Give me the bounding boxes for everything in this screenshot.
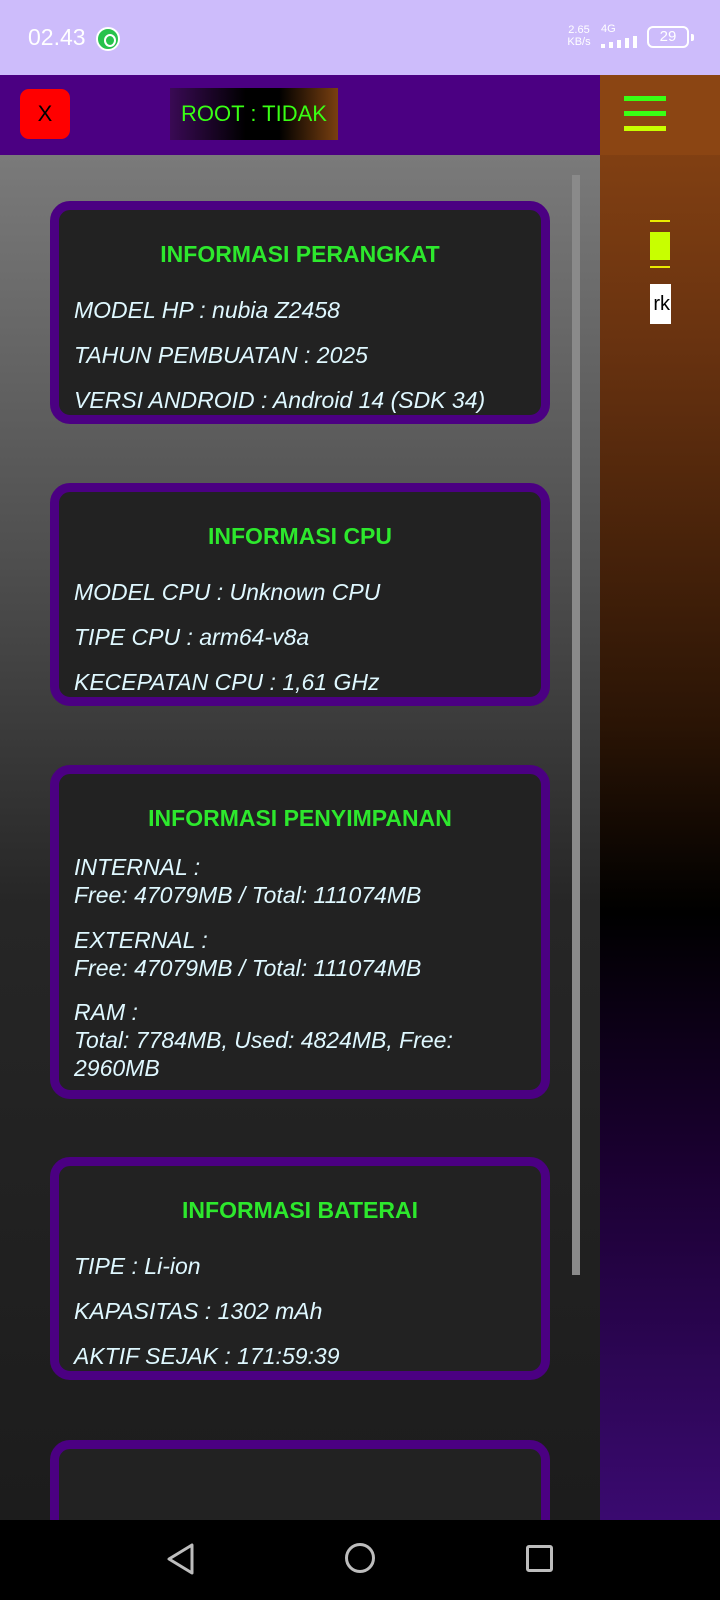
next-info-card [50,1440,550,1520]
side-panel-label[interactable]: rk [650,284,671,324]
network-type: 4G [601,23,616,35]
battery-level-icon [650,220,670,268]
main-scroll-area[interactable]: INFORMASI PERANGKAT MODEL HP : nubia Z24… [0,155,600,1520]
card-line: AKTIF SEJAK : 171:59:39 [74,1343,340,1369]
side-panel: rk [600,75,720,1520]
card-line: Total: 7784MB, Used: 4824MB, Free: [74,1027,453,1053]
card-line: EXTERNAL : [74,927,208,953]
home-icon[interactable] [345,1543,375,1573]
network-speed: 2.65 KB/s [563,24,595,48]
network-speed-unit: KB/s [567,36,591,48]
scrollbar[interactable] [572,175,580,1275]
system-nav-bar [0,1520,720,1600]
hamburger-menu-icon[interactable] [624,96,666,134]
card-line: INTERNAL : [74,854,201,880]
card-title: INFORMASI CPU [208,523,392,549]
whatsapp-icon [96,27,120,51]
storage-info-card: INFORMASI PENYIMPANAN INTERNAL : Free: 4… [50,765,550,1099]
device-info-card: INFORMASI PERANGKAT MODEL HP : nubia Z24… [50,201,550,424]
card-line: KECEPATAN CPU : 1,61 GHz [74,669,380,695]
card-line: Free: 47079MB / Total: 111074MB [74,882,422,908]
app-header: X ROOT : TIDAK [0,75,600,155]
back-icon[interactable] [165,1542,197,1576]
status-time: 02.43 [28,24,86,50]
card-title: INFORMASI PENYIMPANAN [148,805,452,831]
battery-icon: 29 [647,26,694,48]
recent-apps-icon[interactable] [526,1545,553,1572]
card-line: TIPE : Li-ion [74,1253,201,1279]
card-line: Free: 47079MB / Total: 111074MB [74,955,422,981]
card-title: INFORMASI BATERAI [182,1197,418,1223]
card-line: TAHUN PEMBUATAN : 2025 [74,342,368,368]
card-line: MODEL CPU : Unknown CPU [74,579,381,605]
card-line: VERSI ANDROID : Android 14 (SDK 34) [74,387,486,413]
side-panel-header [600,75,720,155]
signal-icon [601,36,639,48]
card-line: 2960MB [74,1055,160,1081]
network-speed-value: 2.65 [568,24,590,36]
cpu-info-card: INFORMASI CPU MODEL CPU : Unknown CPU TI… [50,483,550,706]
battery-info-card: INFORMASI BATERAI TIPE : Li-ion KAPASITA… [50,1157,550,1380]
status-bar: 02.43 2.65 KB/s 4G 29 [0,0,720,75]
card-line: MODEL HP : nubia Z2458 [74,297,340,323]
card-line: TIPE CPU : arm64-v8a [74,624,310,650]
card-line: RAM : [74,999,138,1025]
close-button[interactable]: X [20,89,70,139]
root-status-badge: ROOT : TIDAK [170,88,338,140]
card-line: KAPASITAS : 1302 mAh [74,1298,323,1324]
card-title: INFORMASI PERANGKAT [160,241,440,267]
side-panel-label-text: rk [653,293,670,315]
